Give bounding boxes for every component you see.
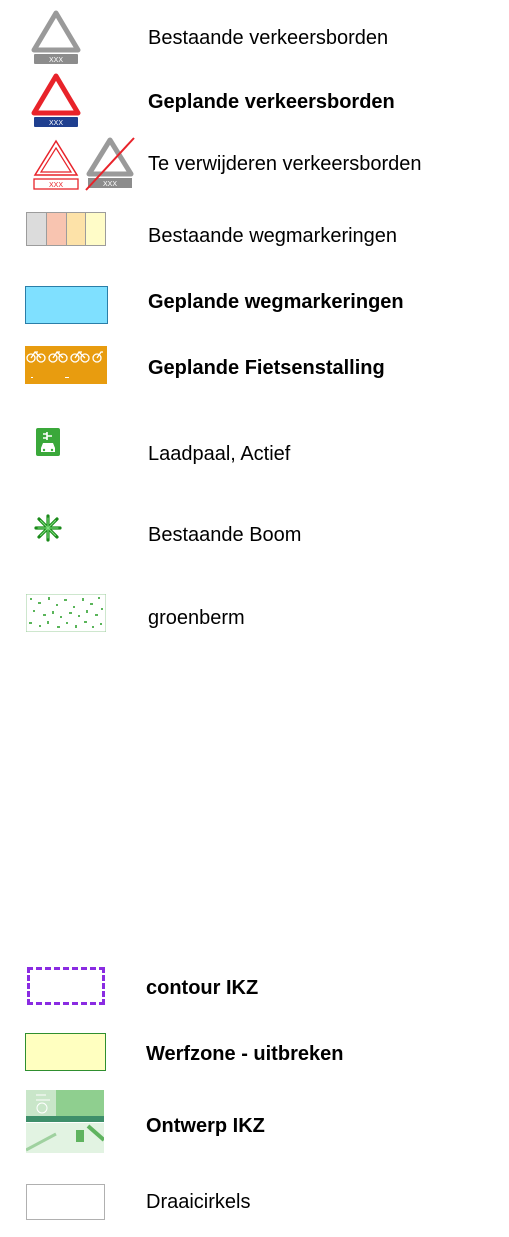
legend-item-existing-markings: Bestaande wegmarkeringen (0, 190, 509, 270)
svg-text:XXX: XXX (103, 181, 117, 188)
legend-item-planned-markings: Geplande wegmarkeringen (0, 270, 509, 330)
contour-swatch (27, 967, 105, 1005)
turning-circle-swatch (26, 1184, 105, 1220)
legend-label: Geplande verkeersborden (148, 91, 395, 113)
legend-item-turning-circles: Draaicirkels (0, 1170, 509, 1237)
planned-sign-icon: XXX (31, 73, 81, 127)
legend-label: contour IKZ (146, 977, 259, 999)
bike-parking-icon (25, 346, 107, 384)
existing-markings-swatch (26, 212, 106, 246)
legend-item-existing-signs: XXX Bestaande verkeersborden (0, 0, 509, 70)
legend-item-green-verge: groenberm (0, 570, 509, 660)
design-thumbnail (26, 1090, 104, 1154)
legend-label: Bestaande verkeersborden (148, 27, 389, 49)
legend-item-charging-station: Laadpaal, Actief (0, 400, 509, 490)
legend-item-contour-ikz: contour IKZ (0, 960, 509, 1030)
legend-item-tree: Bestaande Boom (0, 490, 509, 570)
legend-item-bike-parking: Geplande Fietsenstalling (0, 330, 509, 400)
legend-label: Werfzone - uitbreken (146, 1043, 344, 1065)
legend-label: Laadpaal, Actief (148, 443, 291, 465)
worksite-swatch (25, 1033, 106, 1071)
legend-label: Bestaande wegmarkeringen (148, 225, 398, 247)
legend-label: Geplande wegmarkeringen (148, 291, 404, 313)
legend-label: Draaicirkels (146, 1191, 251, 1213)
legend-label: groenberm (148, 607, 245, 629)
legend-item-worksite: Werfzone - uitbreken (0, 1030, 509, 1090)
legend-item-design-ikz: Ontwerp IKZ (0, 1090, 509, 1170)
existing-sign-icon: XXX (31, 10, 81, 64)
green-verge-swatch (26, 594, 106, 632)
legend-item-planned-signs: XXX Geplande verkeersborden (0, 70, 509, 130)
legend-label: Bestaande Boom (148, 524, 302, 546)
sign-plate-text: XXX (49, 182, 63, 189)
legend-label: Te verwijderen verkeersborden (148, 153, 422, 175)
legend-label: Ontwerp IKZ (146, 1115, 265, 1137)
sign-plate-text: XXX (49, 57, 63, 64)
sign-plate-text: XXX (49, 120, 63, 127)
remove-sign-icon: XXX XXX (33, 137, 135, 191)
legend-label: Geplande Fietsenstalling (148, 357, 385, 379)
planned-markings-swatch (25, 286, 108, 324)
tree-icon (34, 514, 62, 542)
charging-station-icon (36, 428, 60, 456)
legend-item-remove-signs: XXX XXX Te verwijderen verkeersborden (0, 130, 509, 191)
